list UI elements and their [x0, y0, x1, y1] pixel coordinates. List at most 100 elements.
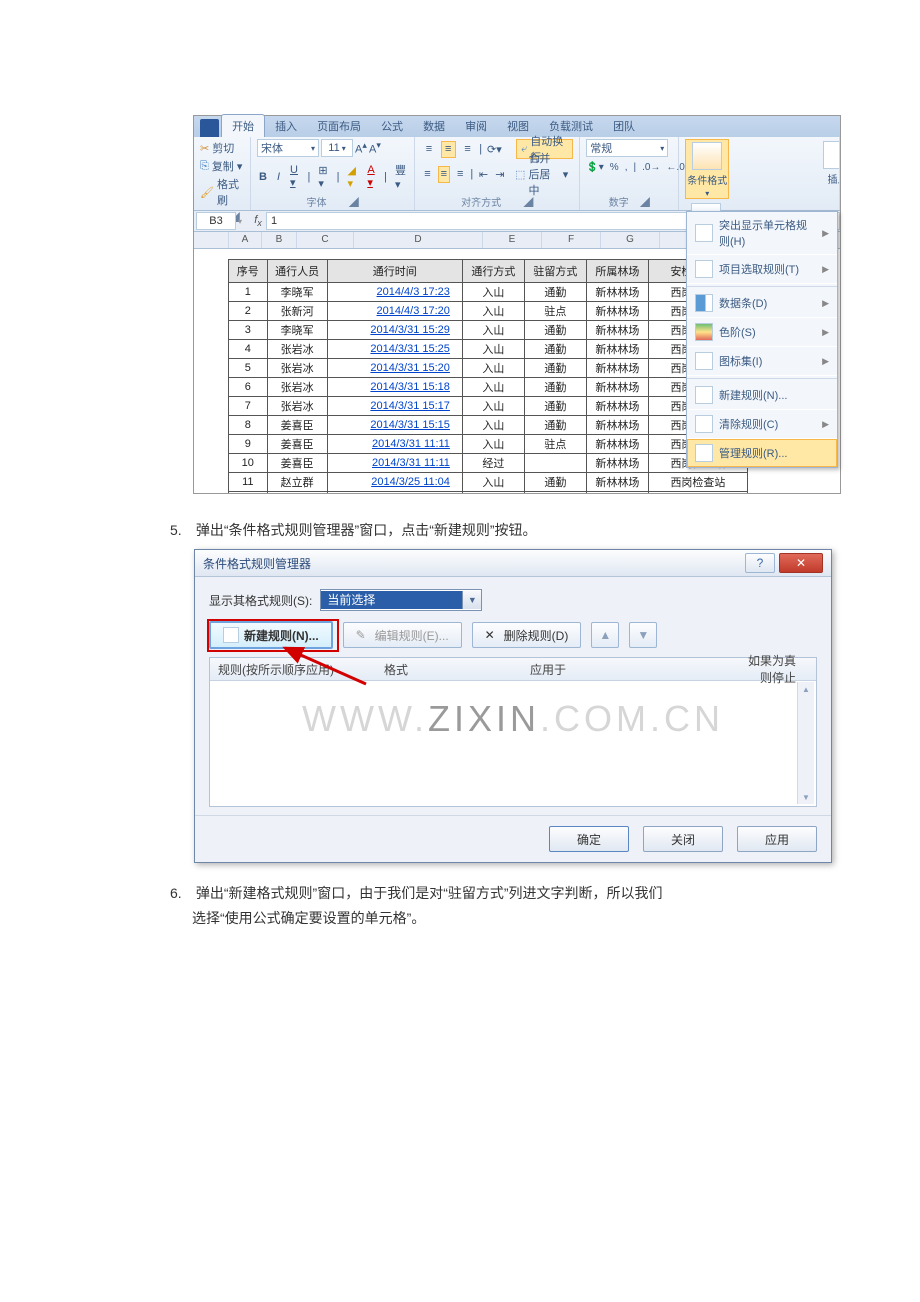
name-box[interactable]: B3: [196, 212, 236, 230]
cf-iconset[interactable]: 图标集(I)▶: [687, 347, 837, 376]
manage-icon: [695, 444, 713, 462]
table-row[interactable]: 12张新河2014/3/25 11:03入山驻点新林林场西岗检查站: [229, 492, 748, 494]
align-left-icon[interactable]: ≡: [421, 166, 433, 183]
dialog-titlebar: 条件格式规则管理器 ? ✕: [195, 550, 831, 577]
bold-button[interactable]: B: [257, 171, 269, 183]
copy-button[interactable]: ⎘复制 ▾: [200, 157, 244, 175]
col-rule: 规则(按所示顺序应用): [210, 661, 376, 678]
dialog-title: 条件格式规则管理器: [203, 555, 311, 572]
border-button[interactable]: ⊞ ▾: [316, 164, 330, 190]
table-row[interactable]: 9姜喜臣2014/3/31 11:11入山驻点新林林场西岗检查站: [229, 435, 748, 454]
phonetic-button[interactable]: 豐 ▾: [393, 162, 408, 191]
align-middle-icon[interactable]: ≡: [441, 141, 456, 158]
help-icon: ?: [757, 556, 764, 570]
step-5: 5. 弹出“条件格式规则管理器”窗口，点击“新建规则”按钮。: [170, 518, 830, 543]
font-color-button[interactable]: A ▾: [365, 164, 378, 189]
align-center-icon[interactable]: ≡: [438, 166, 450, 183]
font-label: 字体 ◢: [257, 194, 408, 210]
top-icon: [695, 260, 713, 278]
tab-data[interactable]: 数据: [413, 115, 455, 137]
new-rule-button[interactable]: 新建规则(N)...: [209, 621, 333, 649]
new-rule-icon: [223, 627, 239, 643]
tab-review[interactable]: 审阅: [455, 115, 497, 137]
shrink-font-icon[interactable]: A▾: [369, 140, 381, 156]
cf-databar[interactable]: 数据条(D)▶: [687, 289, 837, 318]
table-header-row: 序号 通行人员 通行时间 通行方式 驻留方式 所属林场 安检站名称: [229, 260, 748, 283]
table-row[interactable]: 3李晓军2014/3/31 15:29入山通勤新林林场西岗检查站: [229, 321, 748, 340]
indent-dec-icon[interactable]: ⇤: [477, 166, 489, 183]
currency-icon[interactable]: 💲▾: [586, 162, 603, 173]
scrollbar[interactable]: ▲ ▼: [797, 682, 814, 804]
newrule-icon: [695, 386, 713, 404]
cf-new-rule[interactable]: 新建规则(N)...: [687, 381, 837, 410]
show-rules-label: 显示其格式规则(S):: [209, 592, 312, 609]
ok-button[interactable]: 确定: [549, 826, 629, 852]
comma-icon[interactable]: ,: [625, 162, 628, 173]
table-row[interactable]: 5张岩冰2014/3/31 15:20入山通勤新林林场西岗检查站: [229, 359, 748, 378]
rules-list: 规则(按所示顺序应用) 格式 应用于 如果为真则停止 WWW.ZIXIN.COM…: [209, 657, 817, 807]
dialog-toolbar: 新建规则(N)... ✎编辑规则(E)... ✕删除规则(D) ▲ ▼: [209, 621, 817, 649]
tab-formula[interactable]: 公式: [371, 115, 413, 137]
align-top-icon[interactable]: ≡: [421, 141, 436, 158]
help-button[interactable]: ?: [745, 553, 775, 573]
percent-icon[interactable]: %: [610, 162, 619, 173]
cf-manage-rules[interactable]: 管理规则(R)...: [687, 439, 837, 467]
number-format-select[interactable]: 常规▾: [586, 139, 668, 157]
col-applies: 应用于: [522, 661, 738, 678]
cf-clear-rules[interactable]: 清除规则(C)▶: [687, 410, 837, 439]
scope-combo[interactable]: 当前选择 ▼: [320, 589, 482, 611]
inc-decimal-icon[interactable]: .0→: [642, 162, 660, 173]
orientation-icon[interactable]: ⟳▾: [486, 141, 503, 158]
tab-insert[interactable]: 插入: [265, 115, 307, 137]
move-down-button[interactable]: ▼: [629, 622, 657, 648]
table-row[interactable]: 6张岩冰2014/3/31 15:18入山通勤新林林场西岗检查站: [229, 378, 748, 397]
fx-icon[interactable]: fx: [250, 214, 266, 228]
conditional-format-button[interactable]: 条件格式▾: [685, 139, 729, 199]
tab-home[interactable]: 开始: [221, 114, 265, 137]
edit-rule-button[interactable]: ✎编辑规则(E)...: [343, 622, 462, 648]
cf-highlight-rules[interactable]: 突出显示单元格规则(H)▶: [687, 212, 837, 255]
table-row[interactable]: 4张岩冰2014/3/31 15:25入山通勤新林林场西岗检查站: [229, 340, 748, 359]
apply-button[interactable]: 应用: [737, 826, 817, 852]
table-row[interactable]: 2张新河2014/4/3 17:20入山驻点新林林场西岗检查站: [229, 302, 748, 321]
move-up-button[interactable]: ▲: [591, 622, 619, 648]
excel-screenshot: 开始 插入 页面布局 公式 数据 审阅 视图 负载测试 团队 ✂剪切 ⎘复制 ▾…: [193, 115, 841, 494]
table-row[interactable]: 7张岩冰2014/3/31 15:17入山通勤新林林场西岗检查站: [229, 397, 748, 416]
underline-button[interactable]: U ▾: [288, 164, 302, 189]
cut-button[interactable]: ✂剪切: [200, 139, 244, 157]
table-row[interactable]: 10姜喜臣2014/3/31 11:11经过新林林场西岗检查站: [229, 454, 748, 473]
file-tab[interactable]: [200, 119, 219, 137]
font-size-select[interactable]: 11▾: [321, 139, 353, 157]
delete-rule-button[interactable]: ✕删除规则(D): [472, 622, 582, 648]
italic-button[interactable]: I: [275, 171, 282, 183]
step-5-text: 弹出“条件格式规则管理器”窗口，点击“新建规则”按钮。: [196, 522, 537, 538]
edit-rule-icon: ✎: [356, 628, 370, 642]
format-painter-button[interactable]: 🖌格式刷: [200, 175, 244, 209]
styles-group: 条件格式▾ 套用 表格格式 单元格样式▾: [679, 137, 810, 210]
indent-inc-icon[interactable]: ⇥: [494, 166, 506, 183]
close-icon: ✕: [796, 556, 806, 570]
fill-color-button[interactable]: ◢ ▾: [346, 164, 360, 190]
conditional-format-icon: [692, 142, 722, 170]
table-row[interactable]: 11赵立群2014/3/25 11:04入山通勤新林林场西岗检查站: [229, 473, 748, 492]
cf-colorscale[interactable]: 色阶(S)▶: [687, 318, 837, 347]
rules-manager-dialog: 条件格式规则管理器 ? ✕ 显示其格式规则(S): 当前选择 ▼ 新建规则(N)…: [194, 549, 832, 863]
tab-team[interactable]: 团队: [603, 115, 645, 137]
close-button[interactable]: ✕: [779, 553, 823, 573]
number-label: 数字 ◢: [586, 194, 672, 210]
data-table: 序号 通行人员 通行时间 通行方式 驻留方式 所属林场 安检站名称 1李晓军20…: [228, 259, 748, 493]
merge-center-button[interactable]: ⬚合并后居中 ▾: [510, 164, 573, 184]
align-bottom-icon[interactable]: ≡: [460, 141, 475, 158]
step-6: 6. 弹出“新建格式规则”窗口，由于我们是对“驻留方式”列进文字判断，所以我们 …: [170, 881, 830, 931]
grow-font-icon[interactable]: A▴: [355, 140, 367, 156]
insert-button[interactable]: 插入: [817, 139, 841, 186]
cf-top-rules[interactable]: 项目选取规则(T)▶: [687, 255, 837, 284]
table-row[interactable]: 8姜喜臣2014/3/31 15:15入山通勤新林林场西岗检查站: [229, 416, 748, 435]
ribbon-tabs: 开始 插入 页面布局 公式 数据 审阅 视图 负载测试 团队: [194, 116, 840, 137]
conditional-format-menu: 突出显示单元格规则(H)▶ 项目选取规则(T)▶ 数据条(D)▶ 色阶(S)▶ …: [686, 211, 838, 468]
close-dialog-button[interactable]: 关闭: [643, 826, 723, 852]
table-row[interactable]: 1李晓军2014/4/3 17:23入山通勤新林林场西岗检查站: [229, 283, 748, 302]
align-right-icon[interactable]: ≡: [454, 166, 466, 183]
font-name-select[interactable]: 宋体▾: [257, 139, 319, 157]
tab-layout[interactable]: 页面布局: [307, 115, 371, 137]
